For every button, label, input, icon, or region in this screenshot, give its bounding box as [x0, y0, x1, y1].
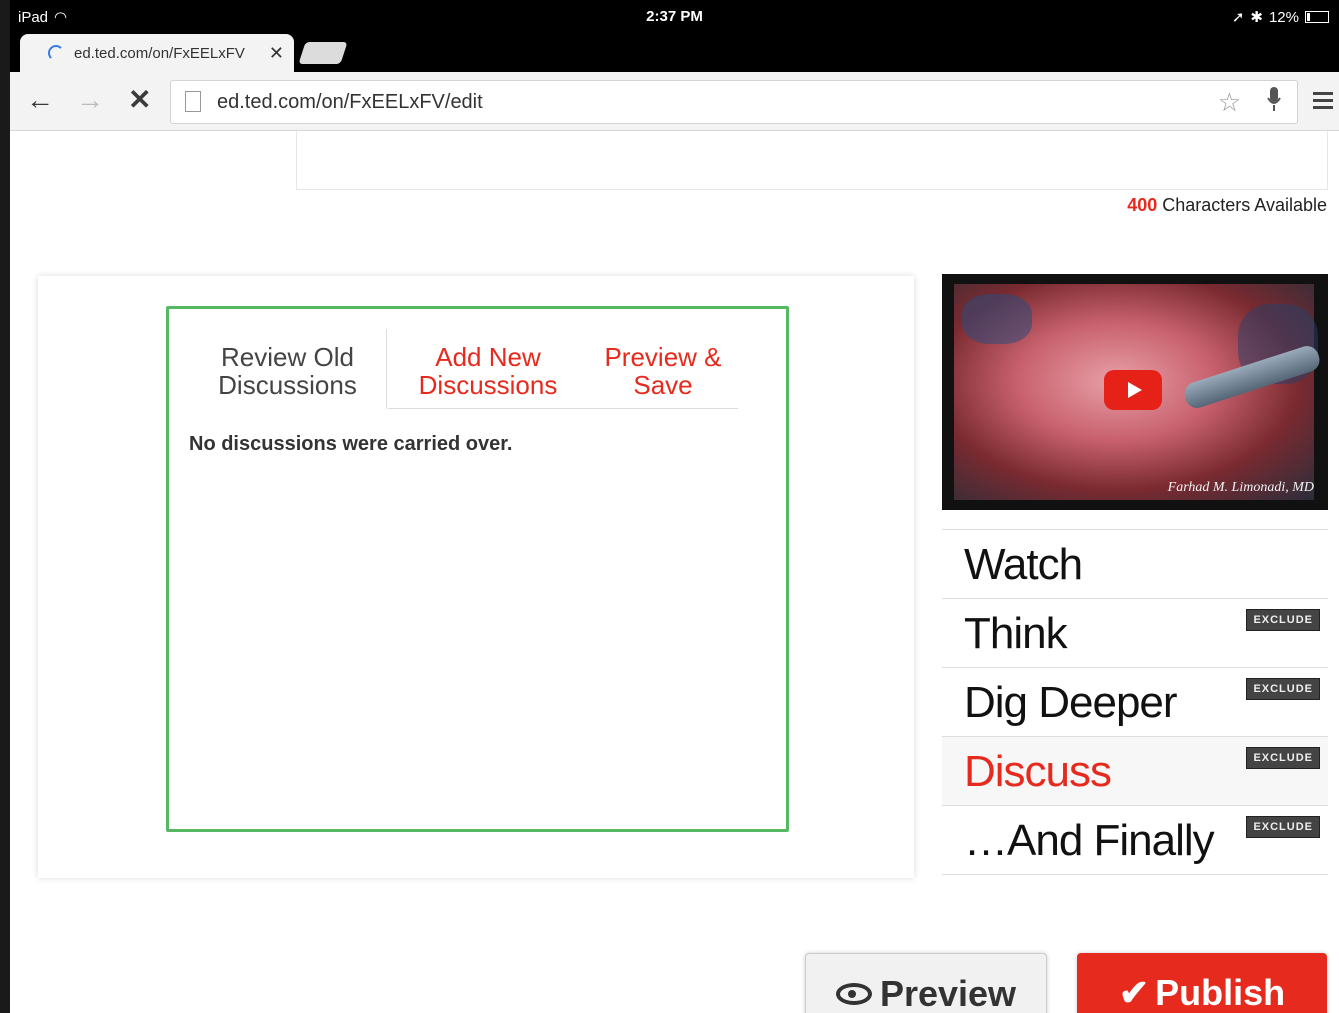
address-bar[interactable]: ed.ted.com/on/FxEELxFV/edit ☆ [170, 80, 1298, 124]
loading-icon [48, 45, 64, 61]
page-content: 400 Characters Available Review Old Disc… [10, 129, 1339, 1013]
step-label: Watch [964, 540, 1083, 589]
status-bar: iPad ◠ 2:37 PM ➚ ✱ 12% [10, 0, 1339, 34]
exclude-button[interactable]: EXCLUDE [1246, 678, 1320, 700]
eye-icon [835, 983, 872, 1005]
step-label: Think [964, 609, 1068, 658]
stop-loading-icon[interactable]: ✕ [128, 86, 151, 114]
bluetooth-icon: ✱ [1250, 9, 1263, 26]
checkmark-icon: ✔ [1118, 972, 1150, 1013]
preview-label: Preview [879, 973, 1017, 1013]
tab-title: ed.ted.com/on/FxEELxFV [74, 44, 245, 62]
video-detail [962, 294, 1032, 344]
step-label: Dig Deeper [964, 678, 1178, 727]
step-and-finally[interactable]: …And Finally EXCLUDE [942, 806, 1328, 875]
video-thumbnail[interactable]: Farhad M. Limonadi, MD [942, 274, 1328, 510]
play-icon[interactable] [1104, 370, 1162, 410]
bookmark-star-icon[interactable]: ☆ [1218, 87, 1241, 118]
menu-icon[interactable] [1313, 92, 1333, 110]
browser-tab[interactable]: ed.ted.com/on/FxEELxFV ✕ [20, 34, 294, 72]
step-watch[interactable]: Watch [942, 529, 1328, 599]
browser-window: iPad ◠ 2:37 PM ➚ ✱ 12% ed.ted.com/on/FxEELx… [10, 0, 1339, 1013]
tab-add-new-discussions[interactable]: Add New Discussions [388, 329, 588, 409]
tab-strip: ed.ted.com/on/FxEELxFV ✕ [10, 34, 1339, 72]
back-arrow-icon[interactable]: ← [26, 86, 54, 114]
step-label: Discuss [964, 747, 1112, 796]
video-credit: Farhad M. Limonadi, MD [1167, 480, 1314, 495]
step-think[interactable]: Think EXCLUDE [942, 599, 1328, 668]
characters-available: 400 Characters Available [1127, 195, 1327, 216]
discussion-frame: Review Old Discussions Add New Discussio… [166, 306, 789, 832]
address-url[interactable]: ed.ted.com/on/FxEELxFV/edit [217, 91, 483, 114]
characters-label: Characters Available [1157, 195, 1327, 215]
forward-arrow-icon[interactable]: → [76, 86, 104, 114]
exclude-button[interactable]: EXCLUDE [1246, 609, 1320, 631]
step-label: …And Finally [964, 816, 1215, 865]
step-discuss[interactable]: Discuss EXCLUDE [942, 737, 1328, 806]
publish-button[interactable]: ✔ Publish [1077, 953, 1327, 1013]
tab-preview-save[interactable]: Preview & Save [588, 329, 738, 409]
battery-icon [1305, 11, 1329, 23]
character-count: 400 [1127, 195, 1158, 215]
lesson-steps: Watch Think EXCLUDE Dig Deeper EXCLUDE D… [942, 529, 1328, 875]
preview-button[interactable]: Preview [805, 953, 1047, 1013]
battery-percent: 12% [1268, 8, 1299, 26]
browser-toolbar: ← → ✕ ed.ted.com/on/FxEELxFV/edit ☆ [10, 72, 1339, 131]
exclude-button[interactable]: EXCLUDE [1246, 747, 1320, 769]
discussion-panel: Review Old Discussions Add New Discussio… [38, 276, 914, 878]
microphone-icon[interactable] [1267, 87, 1281, 113]
clock: 2:37 PM [646, 8, 703, 25]
new-tab-button[interactable] [298, 42, 348, 64]
text-area[interactable] [296, 129, 1328, 190]
page-icon [185, 91, 201, 112]
location-icon: ➚ [1231, 9, 1245, 26]
empty-message: No discussions were carried over. [189, 433, 513, 455]
publish-label: Publish [1155, 972, 1286, 1013]
tab-review-old-discussions[interactable]: Review Old Discussions [189, 329, 387, 409]
step-dig-deeper[interactable]: Dig Deeper EXCLUDE [942, 668, 1328, 737]
exclude-button[interactable]: EXCLUDE [1246, 816, 1320, 838]
close-tab-icon[interactable]: ✕ [269, 43, 284, 64]
